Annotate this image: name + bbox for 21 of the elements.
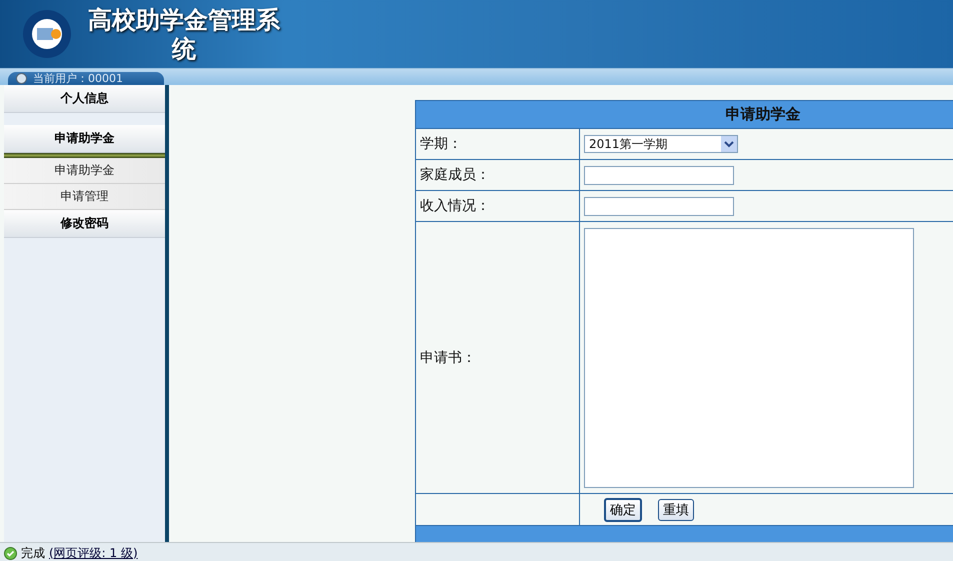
sidebar-group[interactable]: 申请助学金: [4, 125, 165, 153]
field-label: 学期：: [416, 128, 580, 160]
logo-icon: [22, 9, 72, 59]
field-label: 申请书：: [416, 222, 580, 494]
form-title: 申请助学金: [416, 100, 953, 128]
check-icon: [4, 546, 17, 560]
sidebar-item[interactable]: 申请助学金: [4, 158, 165, 184]
field-label: 收入情况：: [416, 190, 580, 222]
input-field[interactable]: [584, 166, 734, 184]
rating-link[interactable]: (网页评级: 1 级): [49, 544, 138, 561]
dropdown-icon[interactable]: [721, 136, 737, 152]
term-select[interactable]: 2011第一学期: [584, 135, 738, 153]
sidebar-group[interactable]: 修改密码: [4, 210, 165, 238]
app-title: 高校助学金管理系统: [87, 5, 281, 63]
input-field[interactable]: [584, 196, 734, 216]
sidebar-item[interactable]: 申请管理: [4, 184, 165, 210]
sidebar-group[interactable]: 个人信息: [4, 85, 165, 113]
status-text: 完成: [21, 544, 45, 561]
reset-button[interactable]: 重填: [658, 498, 694, 520]
confirm-button[interactable]: 确定: [604, 498, 642, 522]
field-label: 家庭成员：: [416, 160, 580, 190]
